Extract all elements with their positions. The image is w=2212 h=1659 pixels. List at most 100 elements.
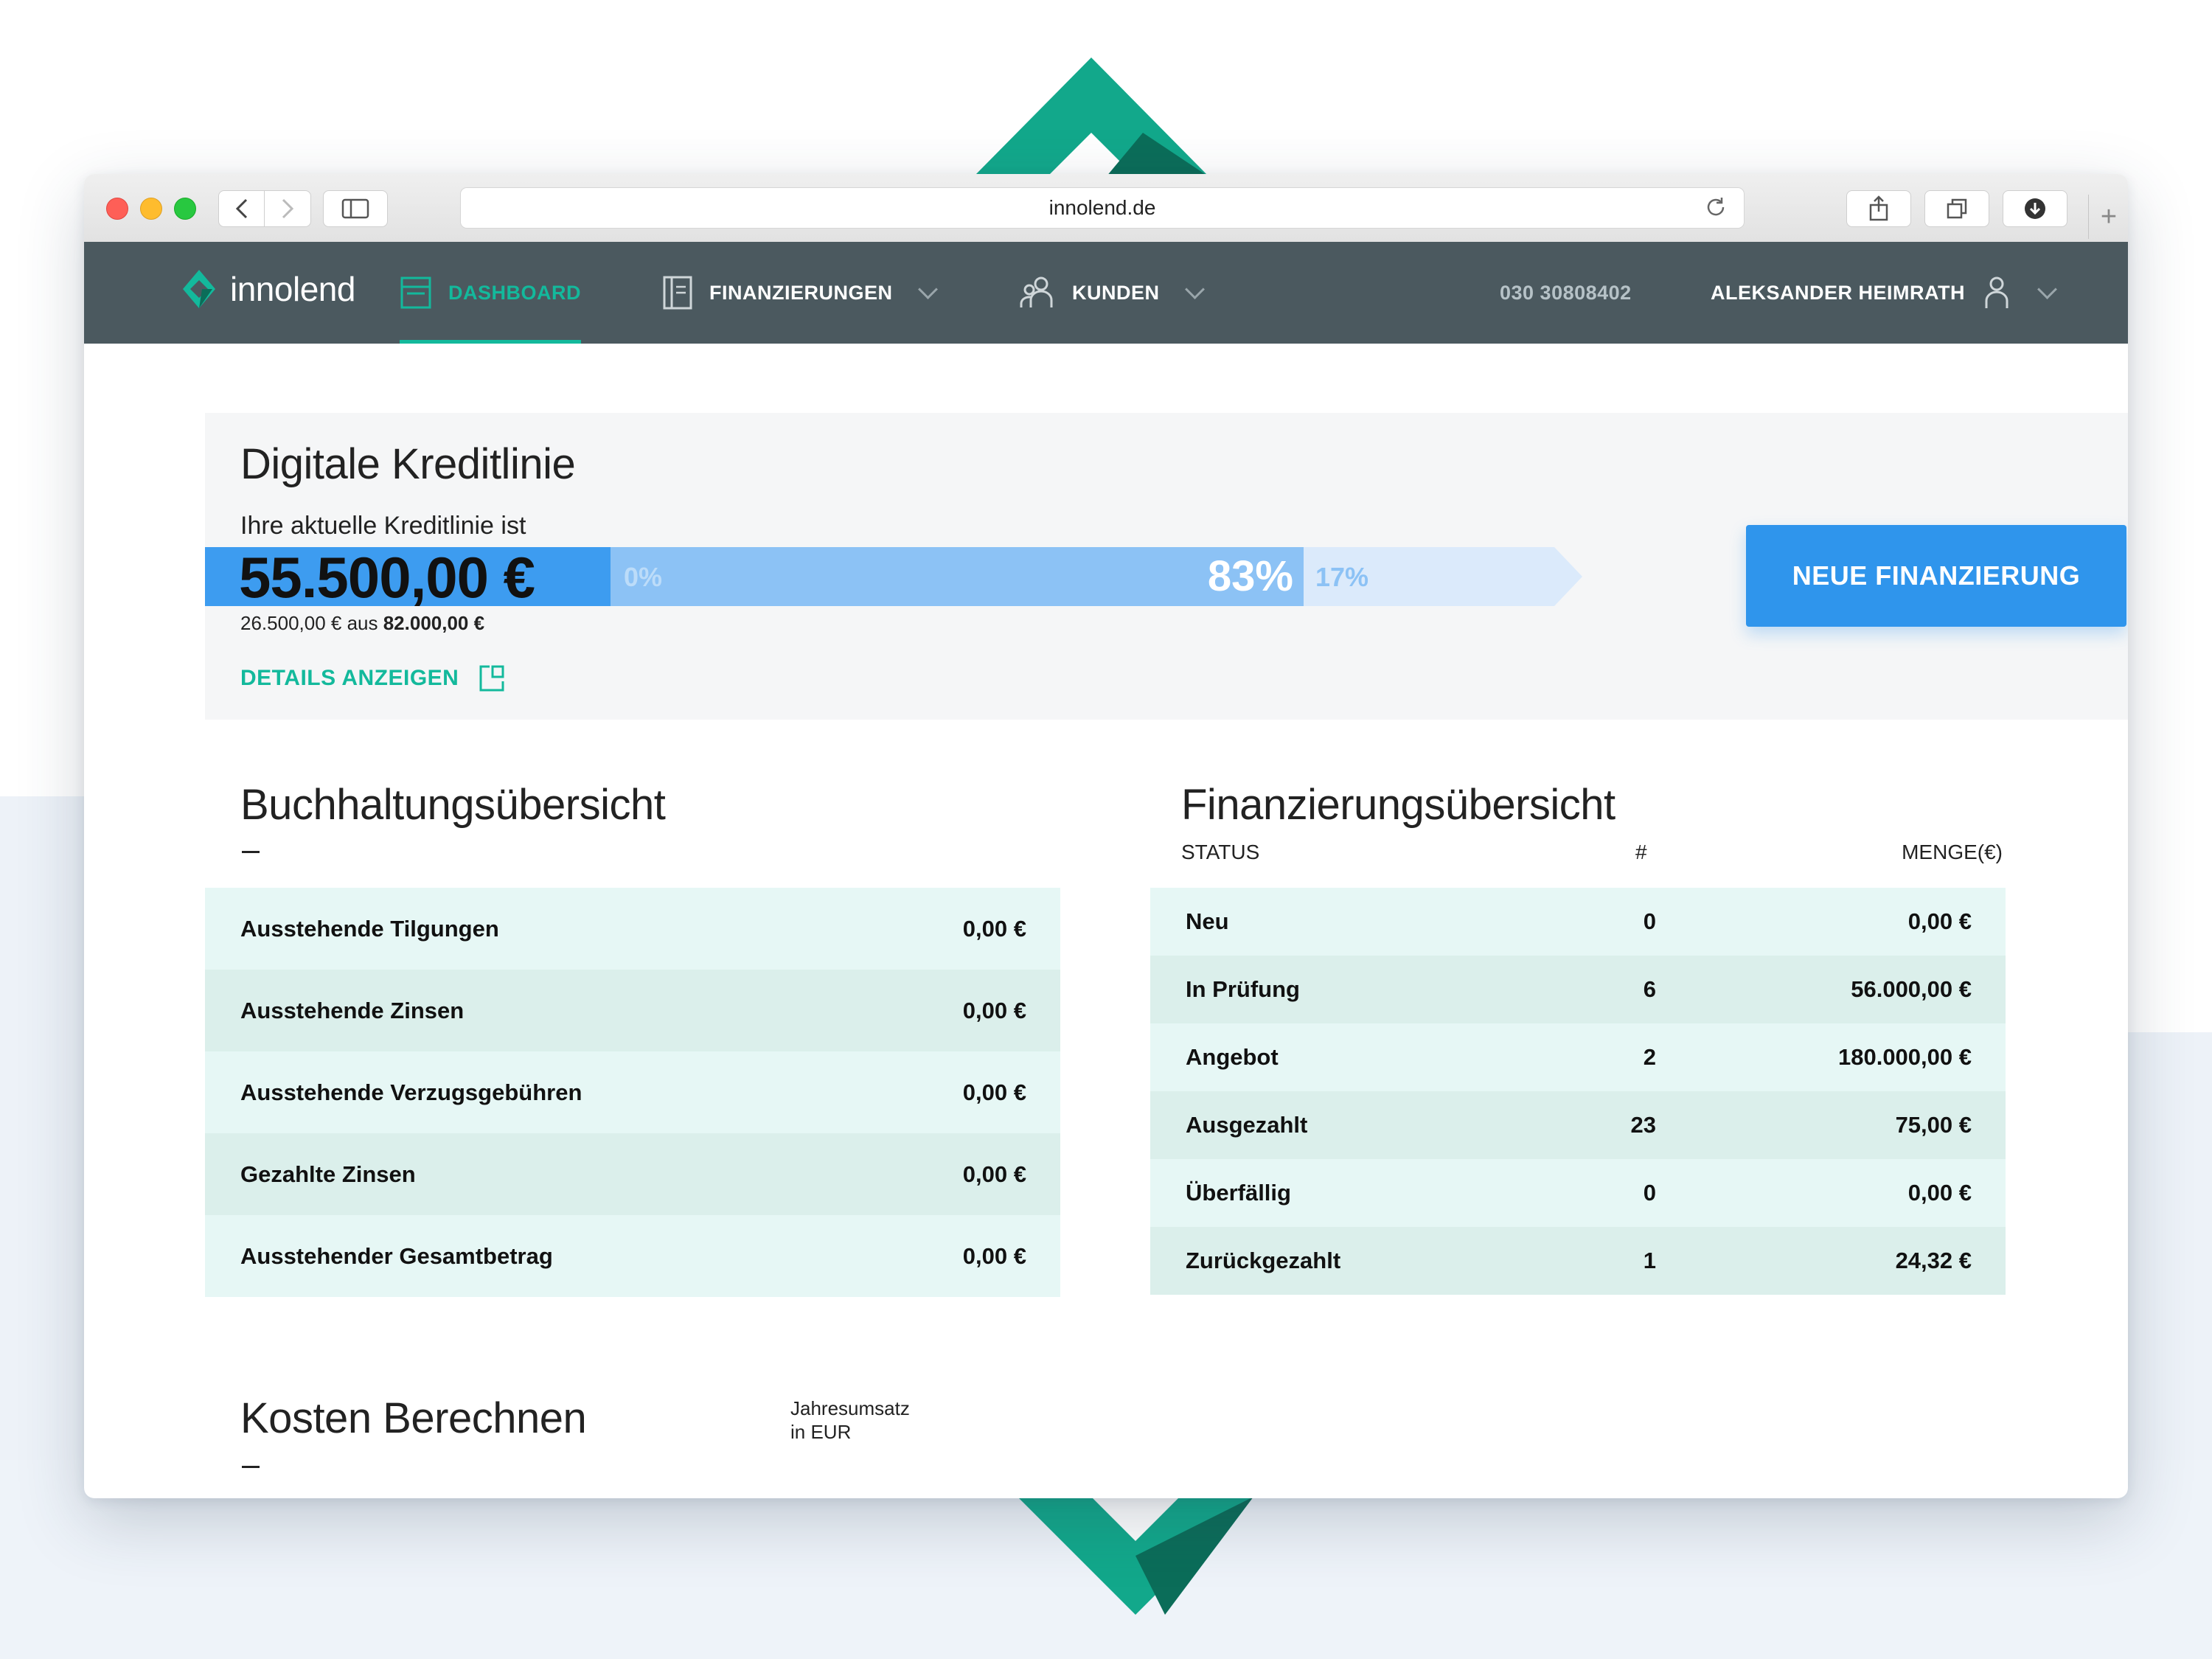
row-value: 0,00 €: [962, 1242, 1026, 1269]
logo-mark-bottom: [1018, 1497, 1253, 1615]
row-amount: 180.000,00 €: [1837, 1044, 1972, 1070]
header-count: #: [1635, 841, 1647, 863]
row-value: 0,00 €: [962, 1161, 1026, 1187]
annual-revenue-label: Jahresumsatz in EUR: [790, 1397, 910, 1444]
back-button[interactable]: [218, 190, 265, 227]
zoom-window-button[interactable]: [174, 198, 196, 220]
table-row[interactable]: Neu 0 0,00 €: [1150, 888, 2006, 956]
show-tabs-button[interactable]: [1924, 190, 1989, 227]
progress-remaining-percent: 17%: [1315, 562, 1369, 592]
brand-name: innolend: [230, 270, 355, 308]
share-icon: [1869, 195, 1888, 221]
row-amount: 75,00 €: [1895, 1112, 1972, 1138]
forward-button[interactable]: [264, 190, 311, 227]
row-count: 0: [1643, 1180, 1656, 1206]
chevron-down-icon: [1184, 279, 1205, 299]
nav-dashboard[interactable]: DASHBOARD: [400, 242, 581, 344]
share-button[interactable]: [1846, 190, 1911, 227]
row-value: 0,00 €: [962, 915, 1026, 942]
row-count: 6: [1643, 976, 1656, 1002]
nav-finanzierungen-label: FINANZIERUNGEN: [709, 281, 893, 304]
nav-kunden-label: KUNDEN: [1072, 281, 1160, 304]
table-row[interactable]: In Prüfung 6 56.000,00 €: [1150, 956, 2006, 1023]
row-status: Ausgezahlt: [1186, 1112, 1308, 1138]
header-amount: MENGE(€): [1902, 841, 2003, 863]
users-icon: [1020, 276, 1053, 307]
table-row[interactable]: Zurückgezahlt 1 24,32 €: [1150, 1227, 2006, 1295]
reload-icon[interactable]: [1704, 195, 1728, 219]
credit-total-text: 82.000,00 €: [383, 612, 485, 634]
downloads-button[interactable]: [2003, 190, 2067, 227]
annual-revenue-label-line2: in EUR: [790, 1421, 852, 1443]
browser-window: innolend.de + innolend DASHBOARD FINANZI…: [84, 174, 2128, 1498]
address-bar[interactable]: innolend.de: [460, 187, 1745, 229]
row-label: Gezahlte Zinsen: [240, 1161, 416, 1187]
dashboard-icon: [400, 276, 431, 309]
row-count: 1: [1643, 1248, 1656, 1273]
row-status: Zurückgezahlt: [1186, 1248, 1341, 1273]
document-icon: [663, 276, 692, 310]
header-status: STATUS: [1181, 841, 1260, 863]
plus-icon: +: [2100, 201, 2118, 232]
credit-line-subtitle: Ihre aktuelle Kreditlinie ist: [240, 512, 526, 540]
chevron-right-icon: [282, 198, 294, 219]
innolend-logo-icon: [183, 270, 215, 308]
nav-kunden[interactable]: KUNDEN: [1019, 242, 1205, 344]
row-label: Ausstehende Zinsen: [240, 997, 465, 1023]
support-phone[interactable]: 030 30808402: [1500, 242, 1632, 344]
cost-calculator-title: Kosten Berechnen: [240, 1394, 587, 1442]
row-status: Angebot: [1186, 1044, 1279, 1070]
title-divider: [242, 851, 260, 853]
table-row[interactable]: Überfällig 0 0,00 €: [1150, 1159, 2006, 1227]
user-menu[interactable]: ALEKSANDER HEIMRATH: [1711, 242, 2057, 344]
row-amount: 24,32 €: [1895, 1248, 1972, 1273]
minimize-window-button[interactable]: [140, 198, 162, 220]
user-icon: [1985, 276, 2008, 308]
nav-finanzierungen[interactable]: FINANZIERUNGEN: [662, 242, 938, 344]
progress-used-percent: 83%: [1207, 552, 1293, 600]
external-link-icon: [479, 665, 504, 692]
chevron-down-icon: [2037, 279, 2057, 299]
row-value: 0,00 €: [962, 997, 1026, 1023]
row-value: 0,00 €: [962, 1079, 1026, 1105]
new-financing-button[interactable]: NEUE FINANZIERUNG: [1746, 525, 2126, 627]
app-navigation: innolend DASHBOARD FINANZIERUNGEN KUNDEN…: [84, 242, 2128, 344]
table-row[interactable]: Ausgezahlt 23 75,00 €: [1150, 1091, 2006, 1159]
table-row: Ausstehende Tilgungen 0,00 €: [205, 888, 1060, 970]
row-count: 0: [1643, 908, 1656, 934]
chevron-down-icon: [917, 279, 938, 299]
table-row: Ausstehende Verzugsgebühren 0,00 €: [205, 1051, 1060, 1133]
url-text: innolend.de: [1048, 196, 1156, 219]
row-label: Ausstehende Verzugsgebühren: [240, 1079, 582, 1105]
credit-line-progress-bar: 55.500,00 € 0% 83% 17%: [205, 545, 1591, 610]
user-name: ALEKSANDER HEIMRATH: [1711, 281, 1965, 304]
nav-dashboard-label: DASHBOARD: [448, 281, 581, 304]
annual-revenue-label-line1: Jahresumsatz: [790, 1397, 910, 1419]
row-status: Neu: [1186, 908, 1229, 934]
progress-start-label: 0%: [624, 562, 663, 592]
credit-line-title: Digitale Kreditlinie: [240, 440, 576, 488]
browser-titlebar: innolend.de +: [84, 174, 2128, 243]
table-row: Ausstehender Gesamtbetrag 0,00 €: [205, 1215, 1060, 1297]
progress-arrow-tip: [1554, 547, 1582, 606]
download-icon: [2025, 198, 2045, 219]
row-amount: 0,00 €: [1907, 1180, 1972, 1206]
accounting-table: Ausstehende Tilgungen 0,00 € Ausstehende …: [205, 888, 1060, 1297]
sidebar-icon: [341, 198, 369, 219]
details-link[interactable]: DETAILS ANZEIGEN: [240, 664, 506, 693]
tabs-icon: [1947, 198, 1967, 219]
logo-mark-top: [973, 58, 1209, 177]
credit-line-usage-summary: 26.500,00 € aus 82.000,00 €: [240, 612, 484, 635]
chevron-left-icon: [235, 198, 248, 219]
financing-overview-title: Finanzierungsübersicht: [1181, 781, 1615, 829]
table-row[interactable]: Angebot 2 180.000,00 €: [1150, 1023, 2006, 1091]
row-status: In Prüfung: [1186, 976, 1300, 1002]
sidebar-toggle-button[interactable]: [323, 190, 388, 227]
close-window-button[interactable]: [106, 198, 128, 220]
new-tab-button[interactable]: +: [2088, 195, 2128, 239]
credit-used-text: 26.500,00 € aus: [240, 612, 383, 634]
row-amount: 0,00 €: [1907, 908, 1972, 934]
details-link-label: DETAILS ANZEIGEN: [240, 666, 459, 690]
brand[interactable]: innolend: [180, 268, 355, 310]
credit-line-amount: 55.500,00 €: [239, 545, 535, 610]
